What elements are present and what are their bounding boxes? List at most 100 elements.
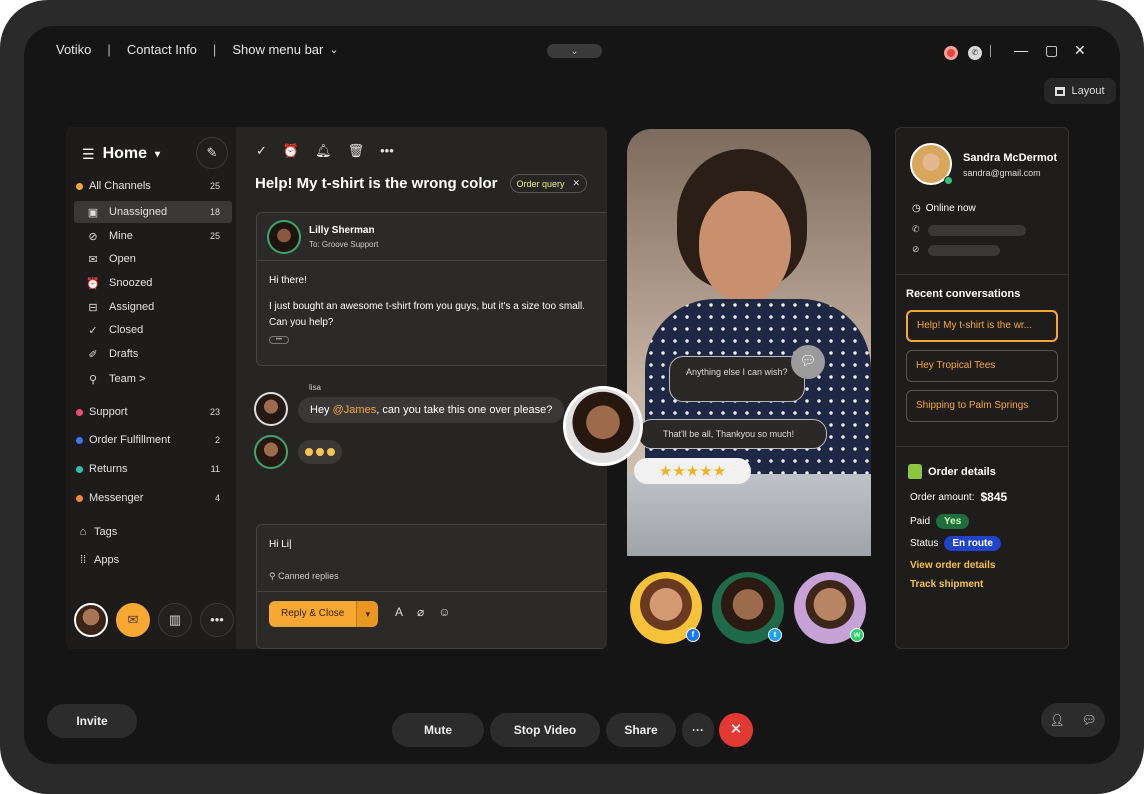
participant-thumb-2[interactable]: t	[712, 572, 784, 644]
order-query-tag[interactable]: Order query ✕	[509, 174, 588, 193]
close-icon[interactable]: ✕	[1074, 42, 1086, 59]
stop-video-button[interactable]: Stop Video	[490, 713, 600, 747]
contact-info-link[interactable]: Contact Info	[127, 42, 197, 57]
sidebar-item-returns[interactable]: Returns 11	[74, 458, 232, 480]
message-body: Hi there! I just bought an awesome t-shi…	[257, 261, 607, 359]
minimize-icon[interactable]: —	[1014, 42, 1028, 58]
social-placeholder	[928, 245, 1000, 256]
sidebar-item-label: Support	[89, 406, 128, 418]
hamburger-icon[interactable]: ☰	[82, 146, 95, 163]
recent-conversations-title: Recent conversations	[906, 288, 1021, 300]
track-shipment-link[interactable]: Track shipment	[910, 579, 983, 590]
sidebar-item-mine[interactable]: ⊘ Mine 25	[74, 225, 232, 247]
sidebar-item-closed[interactable]: ✓ Closed	[74, 319, 232, 341]
channel-dot	[76, 436, 83, 444]
more-options-button[interactable]: ···	[682, 713, 714, 747]
home-menu[interactable]: ☰ Home ▾	[82, 145, 160, 163]
end-call-button[interactable]: ✕	[719, 713, 753, 747]
maximize-icon[interactable]: ▢	[1045, 42, 1058, 59]
layout-button[interactable]: Layout	[1044, 78, 1116, 104]
sidebar-item-label: Assigned	[109, 301, 155, 313]
conversation-toolbar: ✓ ⏰ 🔔︎ 🗑︎ •••	[256, 143, 394, 159]
customer-email[interactable]: sandra@gmail.com	[963, 168, 1041, 178]
phone-placeholder	[928, 225, 1026, 236]
sidebar-item-assigned[interactable]: ⊟ Assigned	[74, 296, 232, 318]
emoji-icon[interactable]: ☺	[438, 605, 450, 619]
record-icon[interactable]	[944, 46, 958, 60]
sidebar-item-label: Apps	[94, 554, 120, 566]
recent-conversation-item[interactable]: Help! My t-shirt is the wr...	[906, 310, 1058, 342]
show-menu-bar-toggle[interactable]: Show menu bar	[232, 42, 323, 57]
sidebar-item-all-channels[interactable]: All Channels 25	[74, 175, 232, 197]
apps-grid-icon: ⁞⁞	[79, 554, 87, 566]
sidebar-item-team[interactable]: ⚲ Team >	[74, 368, 232, 390]
ellipsis-icon[interactable]: •••	[380, 143, 394, 159]
message-text: I just bought an awesome t-shirt from yo…	[269, 301, 585, 328]
bell-icon[interactable]: 🔔︎	[315, 143, 332, 159]
mute-button[interactable]: Mute	[392, 713, 484, 747]
participant-thumb-3[interactable]: w	[794, 572, 866, 644]
mention[interactable]: @James	[333, 404, 377, 416]
sidebar-item-drafts[interactable]: ✐ Drafts	[74, 343, 232, 365]
chat-bubbles-icon[interactable]: 💬︎	[1081, 713, 1096, 727]
chat-icon: 💬︎	[791, 345, 825, 379]
close-icon[interactable]: ✕	[573, 178, 581, 189]
view-order-details-link[interactable]: View order details	[910, 560, 995, 571]
sidebar-item-count: 11	[210, 464, 220, 474]
expand-quote-button[interactable]: •••	[269, 336, 289, 344]
invite-button[interactable]: Invite	[47, 704, 137, 738]
attachment-icon[interactable]: ⌀	[417, 605, 424, 619]
top-bar: Votiko | Contact Info | Show menu bar ⌄ …	[24, 26, 1120, 74]
note-suffix: , can you take this one over please?	[376, 404, 553, 416]
share-button[interactable]: Share	[606, 713, 676, 747]
chevron-down-icon[interactable]: ⌄	[329, 43, 338, 56]
more-button[interactable]: •••	[200, 603, 234, 637]
device-frame: Votiko | Contact Info | Show menu bar ⌄ …	[0, 0, 1144, 794]
reports-button[interactable]: ▥	[158, 603, 192, 637]
chevron-down-icon[interactable]: ▾	[356, 601, 379, 627]
divider	[257, 591, 607, 592]
app-name[interactable]: Votiko	[56, 42, 91, 57]
reply-close-split-button: Reply & Close ▾	[269, 601, 379, 627]
clock-icon: ◷	[912, 203, 921, 214]
participant-thumb-1[interactable]: f	[630, 572, 702, 644]
recent-conversation-item[interactable]: Hey Tropical Tees	[906, 350, 1058, 382]
alarm-icon: ⏰	[86, 277, 100, 290]
check-icon[interactable]: ✓	[256, 143, 267, 159]
inbox-icon: ✉	[127, 612, 139, 627]
paid-row: Paid Yes	[910, 514, 970, 529]
canned-replies-button[interactable]: ⚲ Canned replies	[269, 571, 339, 582]
alarm-icon[interactable]: ⏰	[283, 143, 299, 159]
status-text: Online now	[925, 203, 976, 214]
check-circle-icon: ⊘	[88, 230, 98, 243]
separator: |	[107, 42, 111, 57]
trash-icon[interactable]: 🗑︎	[348, 143, 365, 159]
sidebar-item-order-fulfillment[interactable]: Order Fulfillment 2	[74, 429, 232, 451]
sidebar-item-unassigned[interactable]: ▣ Unassigned 18	[74, 201, 232, 223]
divider	[896, 274, 1068, 275]
reply-close-button[interactable]: Reply & Close	[269, 601, 357, 627]
inbox-button[interactable]: ✉	[116, 603, 150, 637]
sidebar-item-snoozed[interactable]: ⏰ Snoozed	[74, 272, 232, 294]
user-avatar[interactable]	[74, 603, 108, 637]
sidebar-item-apps[interactable]: ⁞⁞ Apps	[74, 549, 232, 571]
text-format-icon[interactable]: A	[395, 605, 403, 619]
reply-input[interactable]: Hi Li|	[269, 539, 292, 550]
sidebar-item-open[interactable]: ✉ Open	[74, 248, 232, 270]
order-amount-value: $845	[980, 490, 1008, 504]
note-author: lisa	[309, 383, 322, 392]
sidebar-item-support[interactable]: Support 23	[74, 401, 232, 423]
sidebar-item-tags[interactable]: ⌂ Tags	[74, 521, 232, 543]
collapse-handle[interactable]: ⌄	[547, 44, 602, 58]
format-toolbar: A ⌀ ☺	[395, 605, 451, 619]
recent-conversation-item[interactable]: Shipping to Palm Springs	[906, 390, 1058, 422]
sidebar-item-messenger[interactable]: Messenger 4	[74, 487, 232, 509]
profile-icon[interactable]: 👤︎	[1049, 713, 1064, 727]
sidebar-footer: ✉ ▥ •••	[74, 603, 234, 637]
compose-button[interactable]: ✎	[196, 137, 228, 169]
phone-icon[interactable]: ✆	[968, 46, 982, 60]
participant-thumbnails: f t w	[630, 572, 866, 644]
video-feed[interactable]	[627, 129, 871, 556]
link-icon: ⊘	[912, 244, 920, 254]
layout-label: Layout	[1071, 85, 1105, 97]
